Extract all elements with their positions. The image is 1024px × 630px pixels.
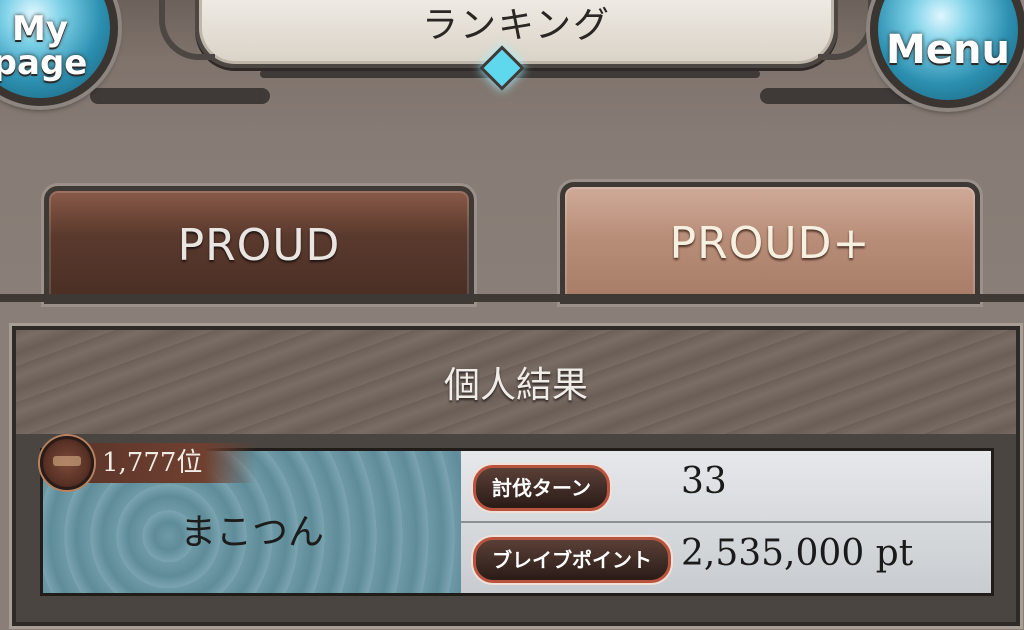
tab-divider bbox=[0, 294, 1024, 302]
stats-table: 討伐ターン 33 ブレイブポイント 2,535,000 pt bbox=[461, 451, 991, 593]
stat-row-turns: 討伐ターン 33 bbox=[461, 451, 991, 523]
personal-result-panel: 個人結果 まこつん 討伐ターン 33 ブレイブポイント 2,535,000 pt… bbox=[12, 326, 1020, 626]
player-name: まこつん bbox=[179, 512, 324, 553]
panel-header: 個人結果 bbox=[16, 330, 1016, 434]
stat-label-brave-points: ブレイブポイント bbox=[473, 537, 671, 583]
panel-title: 個人結果 bbox=[443, 365, 588, 406]
mypage-label-line2: page bbox=[0, 43, 88, 83]
tab-proud[interactable]: PROUD bbox=[44, 186, 474, 304]
stat-value-brave-points: 2,535,000 pt bbox=[681, 533, 914, 574]
stat-value-turns: 33 bbox=[681, 461, 727, 502]
stat-row-brave-points: ブレイブポイント 2,535,000 pt bbox=[461, 523, 991, 593]
menu-label: Menu bbox=[886, 27, 1010, 73]
tab-proud-plus[interactable]: PROUD+ bbox=[560, 182, 980, 304]
tab-proud-label: PROUD bbox=[177, 219, 341, 271]
page-title: ランキング bbox=[422, 5, 611, 46]
tab-proud-plus-label: PROUD+ bbox=[669, 217, 871, 269]
stat-label-turns: 討伐ターン bbox=[473, 465, 610, 511]
rank-text: 1,777位 bbox=[84, 443, 257, 483]
left-ornament bbox=[90, 88, 270, 104]
rank-medal-icon bbox=[40, 436, 94, 490]
mypage-label-line1: My bbox=[12, 9, 68, 49]
header-bar: ランキング My page Menu bbox=[0, 0, 1024, 130]
rank-tag: 1,777位 bbox=[40, 436, 257, 490]
title-plate: ランキング bbox=[159, 0, 874, 68]
